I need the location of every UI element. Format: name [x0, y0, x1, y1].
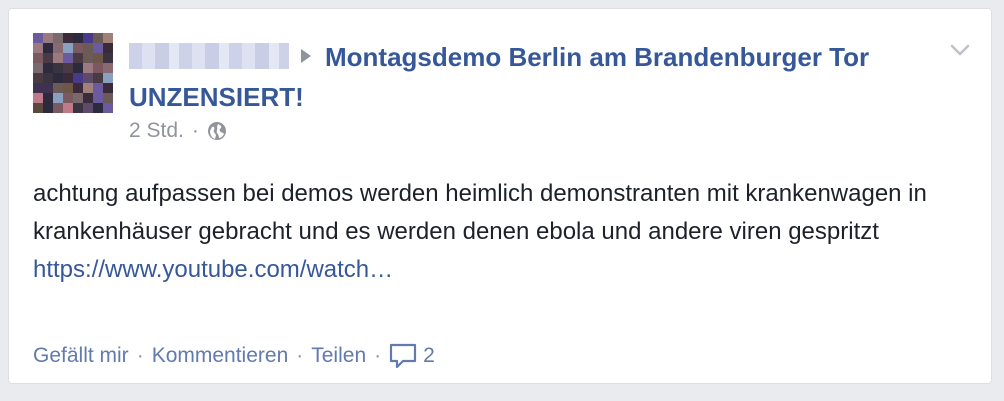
post-meta: 2 Std. ·: [129, 119, 227, 143]
action-separator: ·: [136, 344, 144, 367]
post-header: Montagsdemo Berlin am Brandenburger Tor …: [129, 37, 939, 117]
action-separator: ·: [374, 344, 382, 367]
post-text: achtung aufpassen bei demos werden heiml…: [33, 180, 927, 245]
comment-count: 2: [423, 344, 435, 367]
post-link[interactable]: https://www.youtube.com/watch…: [33, 251, 983, 289]
share-button[interactable]: Teilen: [311, 344, 366, 368]
arrow-right-icon: [301, 49, 311, 64]
author-name-blurred[interactable]: [129, 43, 289, 70]
group-name-link[interactable]: Montagsdemo Berlin am Brandenburger Tor: [325, 42, 869, 72]
action-separator: ·: [296, 344, 304, 367]
comment-button[interactable]: Kommentieren: [152, 344, 289, 368]
post-body: achtung aufpassen bei demos werden heiml…: [33, 175, 983, 289]
post-actions: Gefällt mir · Kommentieren · Teilen · 2: [33, 343, 435, 369]
timestamp[interactable]: 2 Std.: [129, 119, 184, 143]
comment-count-link[interactable]: 2: [389, 343, 435, 369]
globe-icon[interactable]: [207, 121, 227, 141]
comment-bubble-icon: [390, 343, 417, 369]
meta-separator: ·: [191, 119, 199, 142]
chevron-down-icon[interactable]: [949, 39, 971, 61]
like-button[interactable]: Gefällt mir: [33, 344, 129, 368]
avatar[interactable]: [33, 33, 113, 113]
group-name-link-line2[interactable]: UNZENSIERT!: [129, 82, 304, 112]
post-card: Montagsdemo Berlin am Brandenburger Tor …: [8, 8, 992, 384]
